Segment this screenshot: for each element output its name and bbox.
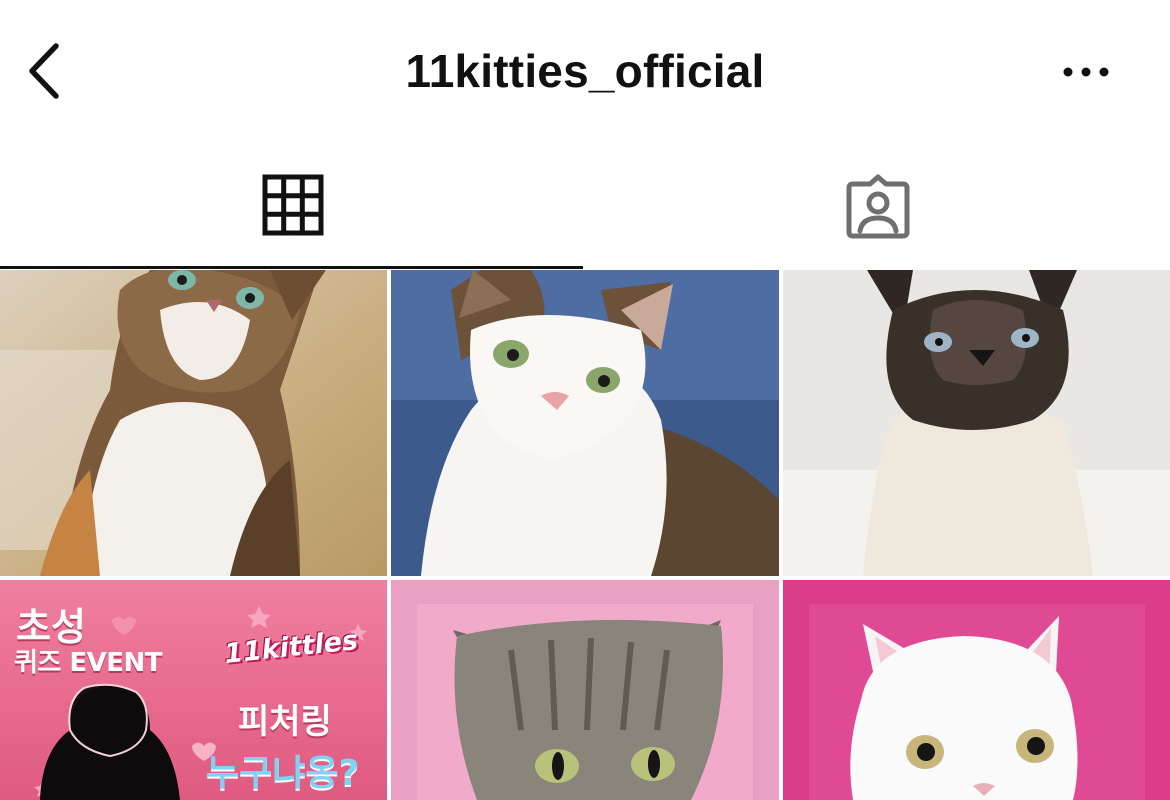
back-button[interactable] bbox=[22, 38, 72, 104]
profile-tab-bar bbox=[0, 140, 1170, 270]
selected-tab-indicator bbox=[0, 266, 583, 269]
white-cat-photo bbox=[783, 580, 1170, 800]
grid-icon bbox=[262, 174, 324, 236]
tab-tagged[interactable] bbox=[587, 140, 1170, 270]
more-options-button[interactable] bbox=[1056, 50, 1116, 94]
chevron-left-icon bbox=[29, 43, 59, 99]
more-horizontal-icon bbox=[1063, 67, 1109, 77]
tagged-person-icon bbox=[846, 174, 910, 239]
white-tabby-cat-photo bbox=[391, 270, 779, 576]
grey-tabby-cat-photo bbox=[391, 580, 779, 800]
post-thumbnail[interactable] bbox=[391, 580, 779, 800]
siamese-cat-photo bbox=[783, 270, 1170, 576]
tab-posts-grid[interactable] bbox=[0, 140, 583, 270]
event-subline: 퀴즈 EVENT bbox=[14, 648, 163, 678]
calico-cat-photo bbox=[0, 270, 387, 576]
profile-username: 11kitties_official bbox=[405, 45, 765, 97]
event-tagline-2: 누구냐옹? bbox=[206, 753, 360, 794]
post-thumbnail-event[interactable]: 초성 퀴즈 EVENT 11kittles 피처링 누구냐옹? bbox=[0, 580, 387, 800]
post-thumbnail[interactable] bbox=[783, 270, 1170, 576]
profile-header: 11kitties_official bbox=[0, 0, 1170, 140]
posts-grid: 초성 퀴즈 EVENT 11kittles 피처링 누구냐옹? bbox=[0, 270, 1170, 800]
post-thumbnail[interactable] bbox=[391, 270, 779, 576]
event-tagline-1: 피처링 bbox=[238, 702, 332, 742]
post-thumbnail[interactable] bbox=[783, 580, 1170, 800]
post-thumbnail[interactable] bbox=[0, 270, 387, 576]
